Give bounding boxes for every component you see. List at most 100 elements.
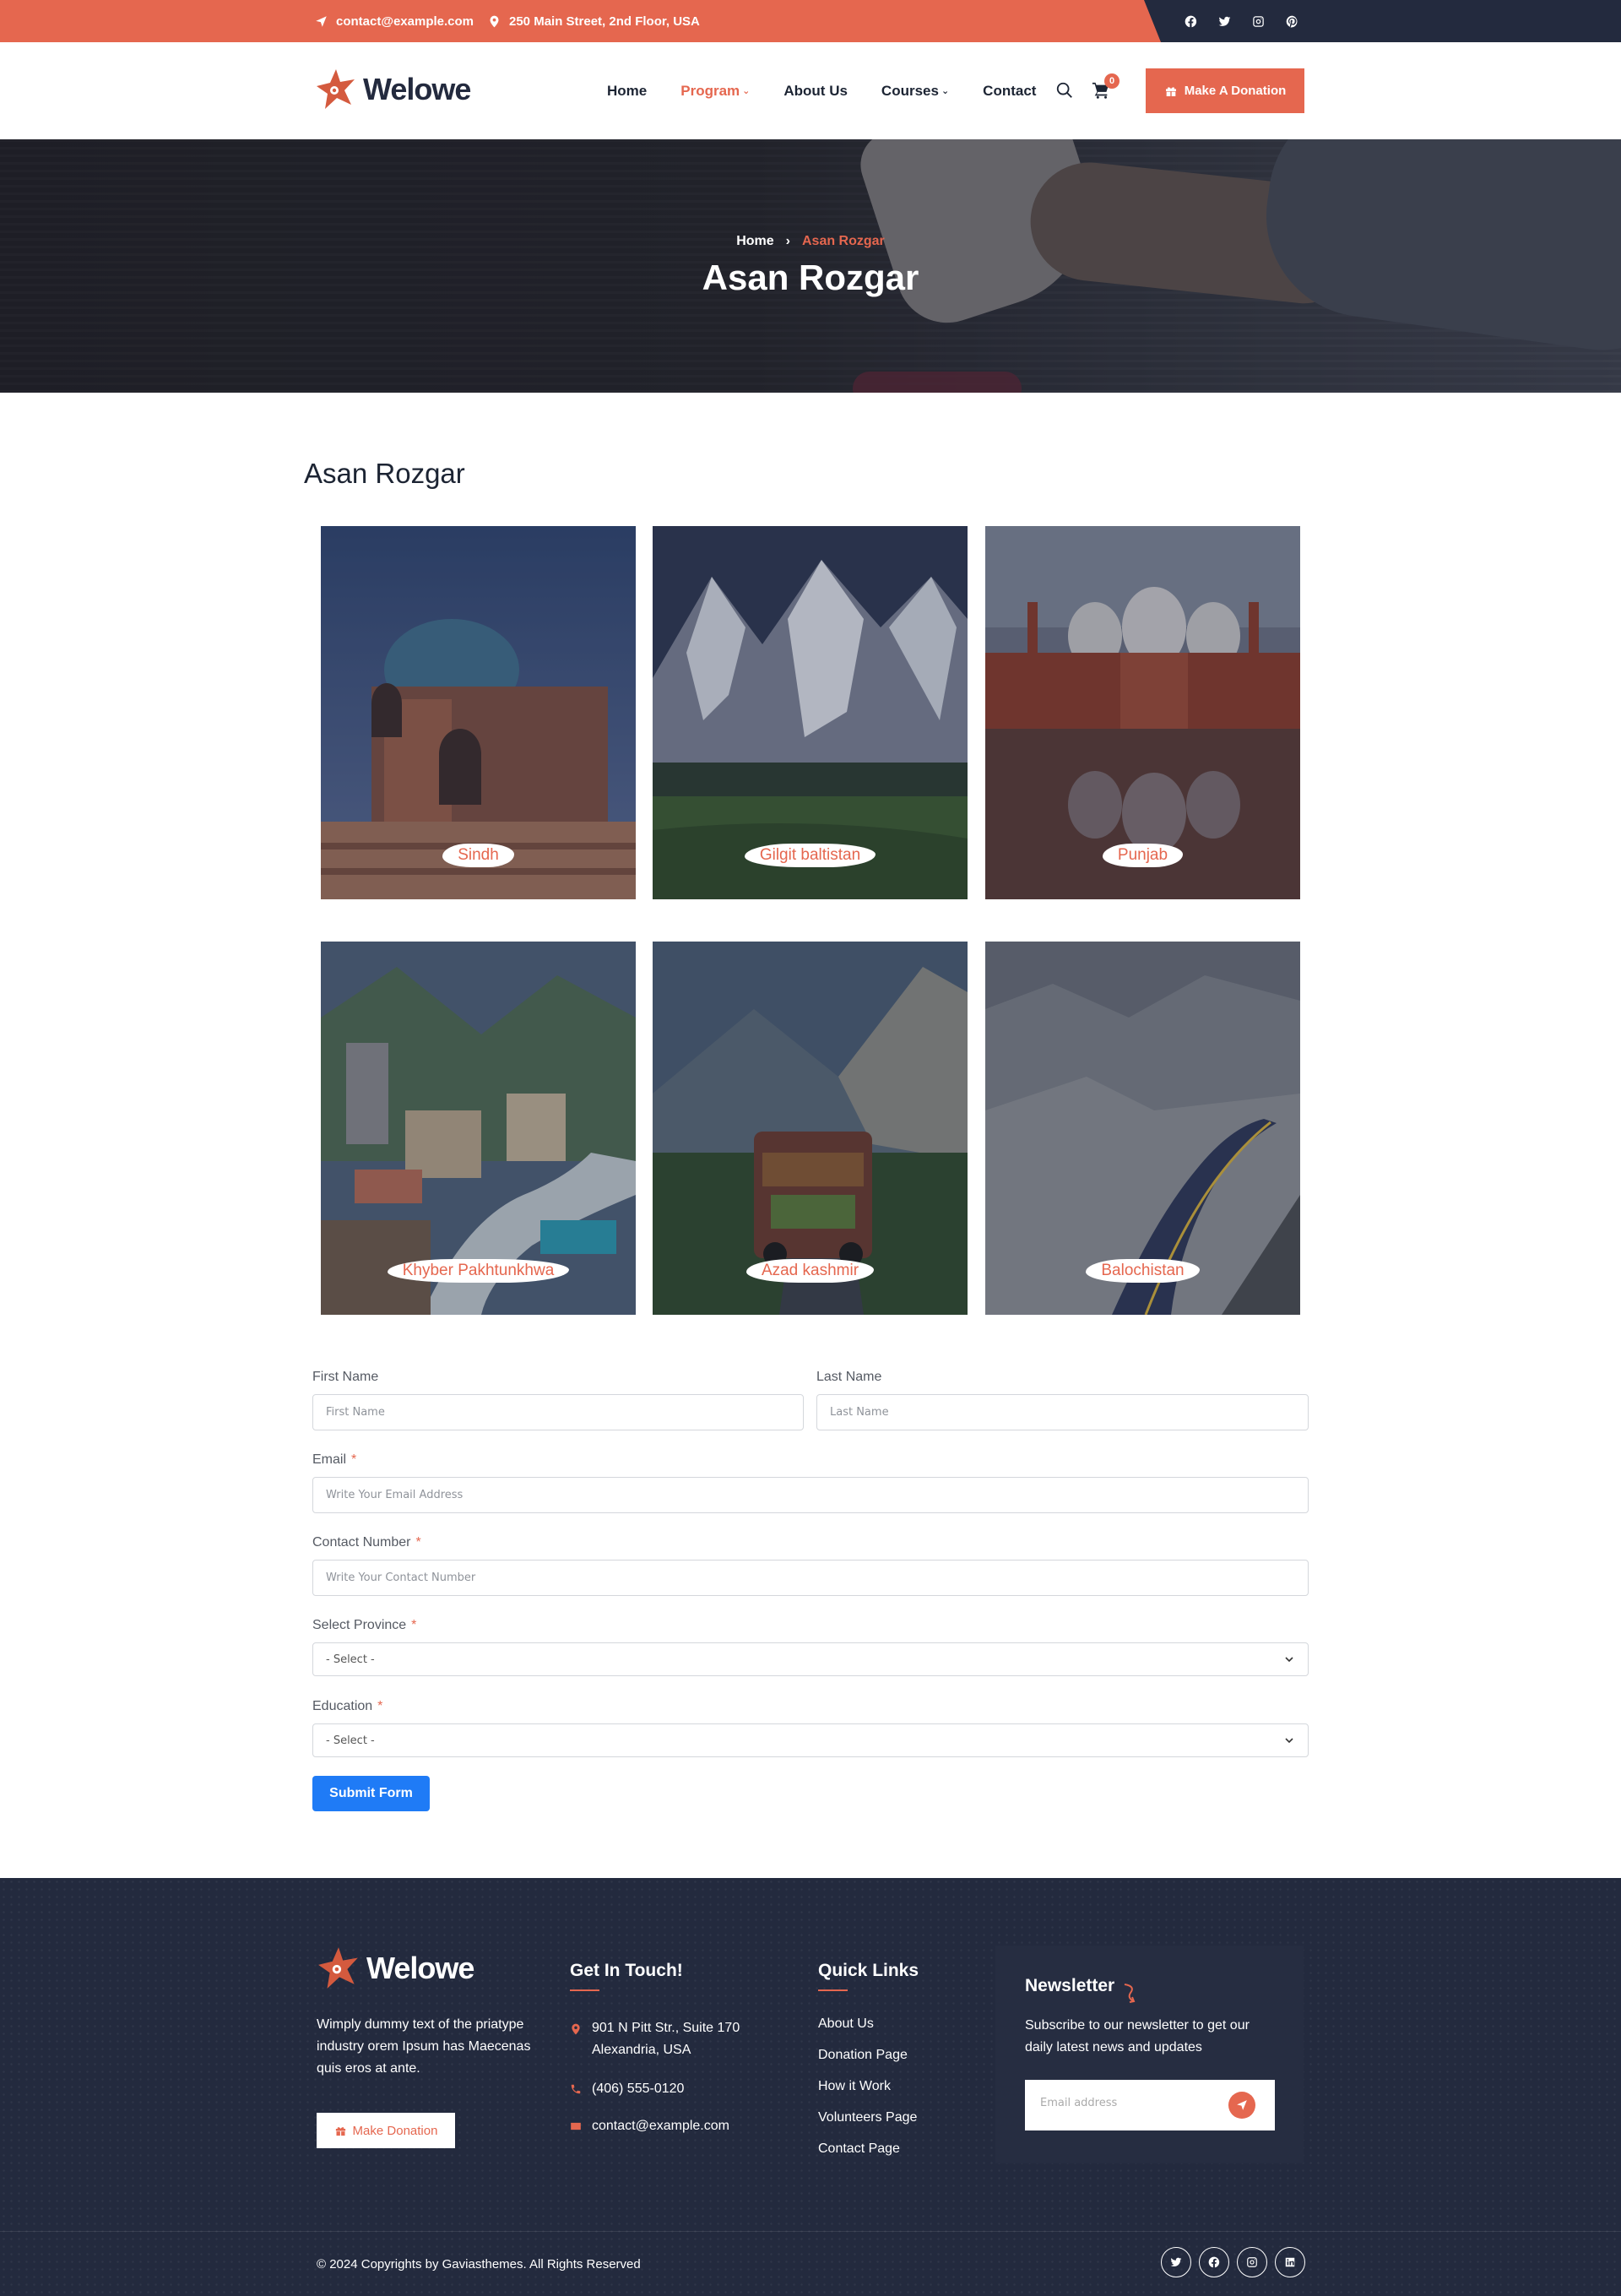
facebook-icon[interactable] xyxy=(1182,13,1199,30)
newsletter-heading: Newsletter xyxy=(1025,1976,1115,1995)
paper-plane-icon xyxy=(1237,2100,1247,2110)
paper-plane-icon xyxy=(316,15,327,27)
top-bar-email-text: contact@example.com xyxy=(336,14,474,29)
welowe-logo-icon xyxy=(317,69,355,109)
make-donation-button[interactable]: Make A Donation xyxy=(1146,68,1304,113)
footer-address: 901 N Pitt Str., Suite 170 Alexandria, U… xyxy=(592,2017,740,2061)
linkedin-icon[interactable] xyxy=(1275,2247,1305,2277)
chevron-down-icon xyxy=(1285,1657,1293,1663)
copyright-text: © 2024 Copyrights by Gaviasthemes. All R… xyxy=(317,2257,641,2272)
breadcrumb-separator: › xyxy=(785,234,790,248)
gift-icon xyxy=(335,2126,345,2136)
footer-address-line2: Alexandria, USA xyxy=(592,2043,691,2057)
curved-arrow-icon xyxy=(1124,1984,1136,2003)
education-select-value: - Select - xyxy=(326,1734,375,1747)
first-name-input[interactable] xyxy=(312,1394,804,1430)
footer-link-about-us[interactable]: About Us xyxy=(818,2016,874,2032)
page-hero: Home › Asan Rozgar Asan Rozgar xyxy=(0,139,1621,393)
instagram-icon[interactable] xyxy=(1237,2247,1267,2277)
province-card-balochistan[interactable]: Balochistan xyxy=(985,942,1300,1315)
welowe-logo-icon xyxy=(318,1947,358,1989)
breadcrumb-home[interactable]: Home xyxy=(736,234,773,249)
nav-program[interactable]: Program ⌄ xyxy=(680,83,750,100)
chevron-down-icon: ⌄ xyxy=(941,86,950,96)
facebook-icon[interactable] xyxy=(1199,2247,1229,2277)
first-name-label: First Name xyxy=(312,1370,379,1384)
map-pin-icon xyxy=(490,15,499,27)
newsletter-email-input[interactable]: Email address xyxy=(1040,2097,1117,2109)
newsletter-submit-button[interactable] xyxy=(1228,2092,1255,2119)
contact-number-label: Contact Number * xyxy=(312,1535,421,1550)
footer-make-donation-label: Make Donation xyxy=(352,2123,438,2138)
footer-divider xyxy=(0,2231,1621,2232)
newsletter-box: Newsletter Subscribe to our newsletter t… xyxy=(995,1946,1304,2163)
footer-links-heading: Quick Links xyxy=(818,1961,919,1980)
nav-home[interactable]: Home xyxy=(607,83,647,100)
footer-logo[interactable]: Welowe xyxy=(316,1946,474,1991)
last-name-label: Last Name xyxy=(816,1370,882,1384)
nav-about-us[interactable]: About Us xyxy=(783,83,848,100)
map-pin-icon xyxy=(572,2023,580,2035)
top-social-links xyxy=(1182,13,1300,30)
required-marker: * xyxy=(377,1699,383,1713)
card-label-punjab: Punjab xyxy=(1102,844,1184,867)
nav-contact[interactable]: Contact xyxy=(983,83,1036,100)
footer-address-line1: 901 N Pitt Str., Suite 170 xyxy=(592,2021,740,2035)
site-footer: Welowe Wimply dummy text of the priatype… xyxy=(0,1878,1621,2296)
province-card-punjab[interactable]: Punjab xyxy=(985,526,1300,899)
province-select-value: - Select - xyxy=(326,1653,375,1666)
breadcrumb-current: Asan Rozgar xyxy=(801,234,885,248)
card-label-gilgit-baltistan: Gilgit baltistan xyxy=(744,844,876,867)
top-bar-email[interactable]: contact@example.com xyxy=(315,0,474,42)
email-input[interactable] xyxy=(312,1477,1309,1513)
search-icon[interactable] xyxy=(1055,81,1074,100)
twitter-icon[interactable] xyxy=(1216,13,1233,30)
card-label-balochistan: Balochistan xyxy=(1086,1259,1200,1283)
chevron-down-icon xyxy=(1285,1738,1293,1744)
card-label-sindh: Sindh xyxy=(442,844,514,867)
nav-courses[interactable]: Courses ⌄ xyxy=(881,83,949,100)
required-marker: * xyxy=(411,1618,417,1632)
top-bar: contact@example.com 250 Main Street, 2nd… xyxy=(0,0,1621,42)
contact-number-input[interactable] xyxy=(312,1560,1309,1596)
newsletter-form: Email address xyxy=(1025,2080,1275,2130)
required-marker: * xyxy=(415,1535,421,1550)
submit-form-button[interactable]: Submit Form xyxy=(312,1776,430,1811)
footer-link-donation-page[interactable]: Donation Page xyxy=(818,2048,908,2063)
hero-title: Asan Rozgar xyxy=(702,258,919,297)
instagram-icon[interactable] xyxy=(1250,13,1266,30)
gift-icon xyxy=(1165,86,1176,96)
footer-phone[interactable]: (406) 555-0120 xyxy=(592,2078,684,2100)
footer-email[interactable]: contact@example.com xyxy=(592,2115,729,2137)
province-select[interactable]: - Select - xyxy=(312,1642,1309,1676)
newsletter-text: Subscribe to our newsletter to get our d… xyxy=(1025,2018,1250,2054)
pinterest-icon[interactable] xyxy=(1283,13,1300,30)
logo-text: Welowe xyxy=(363,72,471,106)
site-logo[interactable]: Welowe xyxy=(314,68,471,111)
last-name-input[interactable] xyxy=(816,1394,1309,1430)
card-label-khyber-pakhtunkhwa: Khyber Pakhtunkhwa xyxy=(387,1259,570,1283)
select-province-label: Select Province * xyxy=(312,1618,417,1632)
chevron-down-icon: ⌄ xyxy=(742,86,751,96)
province-card-gilgit-baltistan[interactable]: Gilgit baltistan xyxy=(653,526,968,899)
phone-icon xyxy=(571,2084,581,2094)
education-select[interactable]: - Select - xyxy=(312,1723,1309,1757)
footer-link-how-it-work[interactable]: How it Work xyxy=(818,2079,891,2094)
top-bar-address: 250 Main Street, 2nd Floor, USA xyxy=(488,0,700,42)
province-card-azad-kashmir[interactable]: Azad kashmir xyxy=(653,942,968,1315)
site-header: Welowe Home Program ⌄ About Us Courses ⌄ C… xyxy=(0,42,1621,139)
required-marker: * xyxy=(351,1452,357,1467)
top-bar-address-text: 250 Main Street, 2nd Floor, USA xyxy=(509,14,700,29)
province-card-sindh[interactable]: Sindh xyxy=(321,526,636,899)
education-label: Education * xyxy=(312,1699,383,1713)
footer-link-volunteers-page[interactable]: Volunteers Page xyxy=(818,2110,917,2125)
province-card-khyber-pakhtunkhwa[interactable]: Khyber Pakhtunkhwa xyxy=(321,942,636,1315)
footer-about-text: Wimply dummy text of the priatype indust… xyxy=(317,2017,531,2076)
section-title: Asan Rozgar xyxy=(304,458,465,489)
make-donation-label: Make A Donation xyxy=(1184,84,1287,98)
cart-count-badge: 0 xyxy=(1104,73,1120,89)
envelope-icon xyxy=(571,2122,581,2130)
footer-link-contact-page[interactable]: Contact Page xyxy=(818,2141,900,2157)
footer-make-donation-button[interactable]: Make Donation xyxy=(317,2113,455,2148)
twitter-icon[interactable] xyxy=(1161,2247,1191,2277)
